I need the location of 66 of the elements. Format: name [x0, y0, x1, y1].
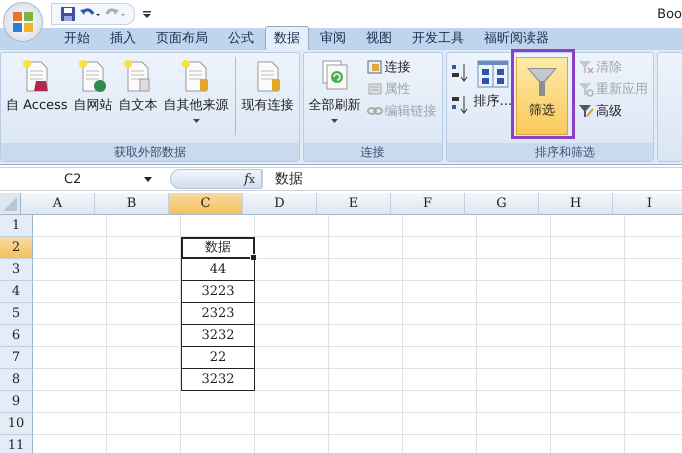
ribbon-tab[interactable]: 福昕阅读器 [475, 26, 558, 50]
ribbon-tab[interactable]: 插入 [101, 26, 145, 50]
dropdown-caret-icon [192, 119, 200, 123]
column-header[interactable]: A [21, 193, 95, 215]
document-icon [78, 59, 108, 93]
row-header[interactable]: 10 [0, 413, 33, 435]
ribbon-large-button[interactable]: 自其他来源 [162, 57, 231, 135]
row-header[interactable]: 8 [0, 369, 33, 391]
ribbon-large-button[interactable]: 筛选 [516, 57, 568, 135]
ribbon-large-button[interactable]: 全部刷新 [306, 57, 363, 135]
dropdown-caret-icon [331, 119, 338, 123]
ribbon-large-button[interactable]: 排序... [472, 57, 514, 135]
formula-field[interactable]: 数据 [262, 170, 682, 188]
ribbon-tab[interactable]: 公式 [219, 26, 263, 50]
ribbon-tab[interactable]: 审阅 [311, 26, 355, 50]
ribbon-tab[interactable]: 视图 [357, 26, 401, 50]
table-cell: 数据 [181, 237, 255, 259]
row-header[interactable]: 7 [0, 347, 33, 369]
ribbon-tab[interactable]: 开始 [55, 26, 99, 50]
row-header[interactable]: 4 [0, 281, 33, 303]
window-title: Boo [657, 6, 682, 22]
row-header[interactable]: 11 [0, 435, 33, 453]
row-header[interactable]: 1 [0, 215, 33, 237]
table-cell: 3232 [181, 369, 255, 391]
ribbon-tab[interactable]: 开发工具 [403, 26, 473, 50]
dropdown-caret-icon [144, 176, 152, 182]
table-cell: 44 [181, 259, 255, 281]
row-header[interactable]: 2 [0, 237, 33, 259]
name-box[interactable]: C2 [0, 172, 160, 186]
office-logo-icon [10, 9, 36, 35]
group-label: 连接 [304, 143, 442, 161]
column-header[interactable]: C [169, 193, 243, 215]
column-header[interactable]: F [391, 193, 465, 215]
reapply-filter-icon [578, 81, 594, 97]
save-icon[interactable] [60, 6, 76, 22]
sort-icon [476, 59, 509, 89]
ribbon-large-button[interactable]: 现有连接 [234, 57, 296, 135]
table-cell: 3232 [181, 325, 255, 347]
table-cell: 3223 [181, 281, 255, 303]
column-header[interactable]: G [465, 193, 539, 215]
customize-icon[interactable] [143, 9, 151, 19]
table-cell: 2323 [181, 303, 255, 325]
column-header[interactable]: E [317, 193, 391, 215]
ribbon-tab[interactable]: 页面布局 [147, 26, 217, 50]
column-header[interactable]: I [613, 193, 682, 215]
connection-icon [366, 59, 383, 75]
group-label: 排序和筛选 [446, 143, 654, 161]
advanced-filter-icon [578, 103, 594, 119]
column-header[interactable]: H [539, 193, 613, 215]
properties-icon [366, 81, 383, 97]
column-header[interactable]: D [243, 193, 317, 215]
clear-filter-icon [578, 59, 594, 75]
column-header[interactable]: B [95, 193, 169, 215]
row-header[interactable]: 3 [0, 259, 33, 281]
office-button[interactable] [3, 2, 43, 42]
row-header[interactable]: 5 [0, 303, 33, 325]
group-label: 获取外部数据 [1, 143, 299, 161]
ribbon-tab[interactable]: 数据 [265, 26, 309, 50]
ribbon-small-button[interactable]: 高级 [576, 101, 650, 121]
ribbon-large-button[interactable]: 自 Access [4, 57, 70, 135]
row-header[interactable]: 9 [0, 391, 33, 413]
ribbon-large-button[interactable]: 自网站 [72, 57, 115, 135]
table-cell: 22 [181, 347, 255, 369]
ribbon-small-button[interactable]: 连接 [364, 57, 439, 77]
ribbon-large-button[interactable]: 自文本 [116, 57, 160, 135]
row-header[interactable]: 6 [0, 325, 33, 347]
